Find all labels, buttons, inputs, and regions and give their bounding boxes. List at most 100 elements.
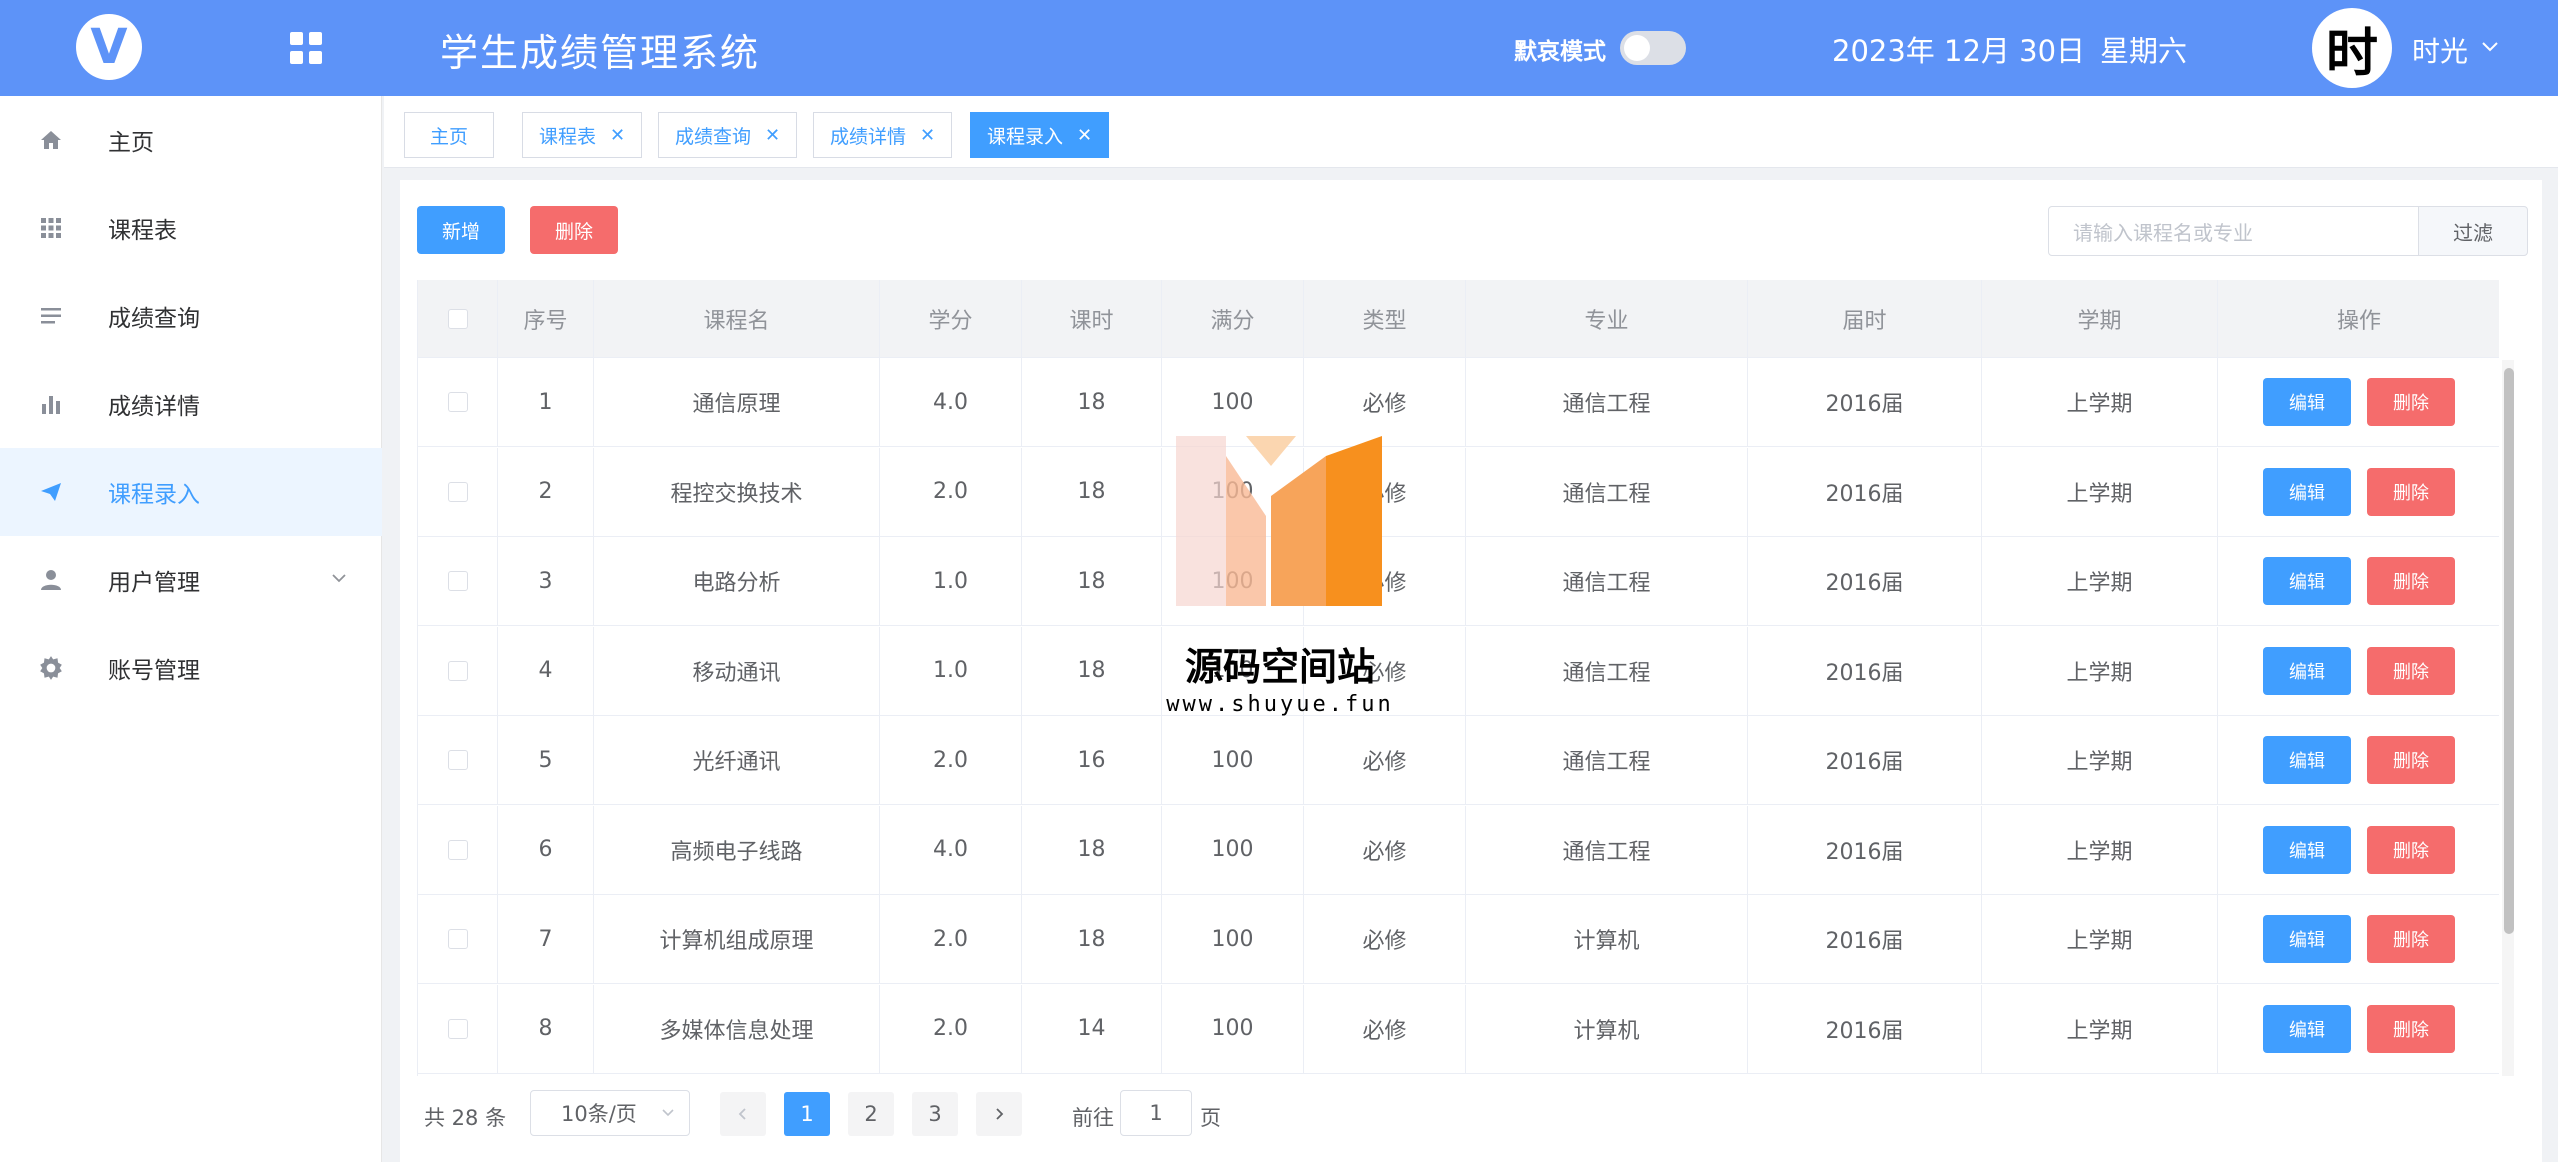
sidebar-item-label: 课程录入 (108, 482, 200, 508)
table-cell: 移动通讯 (594, 626, 880, 715)
tab-label: 成绩查询 (675, 125, 752, 148)
edit-button[interactable]: 编辑 (2263, 557, 2351, 605)
next-page-button[interactable] (976, 1092, 1022, 1136)
batch-delete-button[interactable]: 删除 (530, 206, 618, 254)
header-cell: 类型 (1304, 280, 1466, 357)
table-cell: 1 (498, 358, 594, 446)
table-cell: 100 (1162, 895, 1304, 983)
table-scrollbar[interactable] (2504, 368, 2514, 934)
close-icon[interactable]: ✕ (610, 125, 625, 146)
table-cell: 100 (1162, 716, 1304, 804)
table-cell: 上学期 (1982, 984, 2218, 1073)
row-checkbox[interactable] (447, 392, 468, 412)
filter-button[interactable]: 过滤 (2418, 206, 2528, 256)
watermark-url: www.shuyue.fun (1166, 692, 1394, 717)
sidebar-item-label: 成绩详情 (108, 394, 200, 420)
table-cell: 必修 (1304, 895, 1466, 983)
table-row: 1 通信原理 4.0 18 100 必修 通信工程 2016届 上学期 编辑 删除 (418, 358, 2499, 447)
edit-button[interactable]: 编辑 (2263, 825, 2351, 874)
chevron-down-icon[interactable] (330, 568, 348, 592)
delete-button[interactable]: 删除 (2367, 467, 2455, 516)
delete-button[interactable]: 删除 (2367, 736, 2455, 784)
edit-button[interactable]: 编辑 (2263, 1004, 2351, 1053)
table-cell: 计算机 (1466, 984, 1748, 1073)
table-cell: 1.0 (880, 537, 1022, 625)
table-cell: 4.0 (880, 805, 1022, 894)
delete-button[interactable]: 删除 (2367, 1004, 2455, 1053)
delete-button[interactable]: 删除 (2367, 825, 2455, 874)
sidebar-item-schedule[interactable]: 课程表 (0, 184, 382, 272)
table-cell: 2016届 (1748, 537, 1982, 625)
sidebar-item-label: 课程表 (108, 218, 177, 244)
sidebar-item-account-management[interactable]: 账号管理 (0, 624, 382, 712)
page-button-3[interactable]: 3 (912, 1092, 958, 1136)
delete-button[interactable]: 删除 (2367, 378, 2455, 426)
table-cell: 2.0 (880, 895, 1022, 983)
row-checkbox[interactable] (447, 571, 468, 591)
row-checkbox[interactable] (447, 1018, 468, 1039)
prev-page-button[interactable] (720, 1092, 766, 1136)
sidebar-item-score-detail[interactable]: 成绩详情 (0, 360, 382, 448)
tab-home[interactable]: 主页 (404, 112, 494, 158)
grid-icon (38, 215, 64, 241)
table-cell: 2016届 (1748, 447, 1982, 536)
row-checkbox[interactable] (447, 660, 468, 681)
logo-mark: V (90, 19, 128, 75)
sidebar-item-user-management[interactable]: 用户管理 (0, 536, 382, 624)
search-input[interactable]: 请输入课程名或专业 (2048, 206, 2420, 256)
select-all-checkbox[interactable] (447, 308, 468, 329)
table-cell: 7 (498, 895, 594, 983)
table-cell: 3 (498, 537, 594, 625)
avatar[interactable]: 时 (2312, 8, 2392, 88)
page-button-1[interactable]: 1 (784, 1092, 830, 1136)
pagination: 共 28 条 10条/页 1 2 3 前往 1 页 (400, 1080, 2542, 1150)
table-cell: 上学期 (1982, 716, 2218, 804)
sidebar-item-course-entry[interactable]: 课程录入 (0, 448, 382, 536)
goto-page-input[interactable]: 1 (1120, 1090, 1192, 1136)
table-cell: 100 (1162, 805, 1304, 894)
table-cell: 通信工程 (1466, 626, 1748, 715)
row-checkbox[interactable] (447, 481, 468, 502)
edit-button[interactable]: 编辑 (2263, 736, 2351, 784)
row-checkbox[interactable] (447, 750, 468, 770)
table-cell: 18 (1022, 895, 1162, 983)
close-icon[interactable]: ✕ (1077, 125, 1092, 146)
top-header: V 学生成绩管理系统 默哀模式 2023年 12月 30日 星期六 时 时光 (0, 0, 2558, 96)
row-actions: 编辑 删除 (2218, 358, 2499, 446)
page-button-2[interactable]: 2 (848, 1092, 894, 1136)
table-cell: 16 (1022, 716, 1162, 804)
edit-button[interactable]: 编辑 (2263, 378, 2351, 426)
user-icon (38, 567, 64, 593)
current-weekday: 星期六 (2100, 34, 2188, 68)
menu-toggle-icon[interactable] (290, 32, 322, 64)
table-cell: 通信工程 (1466, 447, 1748, 536)
delete-button[interactable]: 删除 (2367, 915, 2455, 963)
tab-score-query[interactable]: 成绩查询 ✕ (658, 112, 798, 158)
add-button[interactable]: 新增 (417, 206, 505, 254)
table-cell: 100 (1162, 984, 1304, 1073)
tab-score-detail[interactable]: 成绩详情 ✕ (813, 112, 953, 158)
tab-schedule[interactable]: 课程表 ✕ (522, 112, 643, 158)
row-checkbox[interactable] (447, 839, 468, 860)
close-icon[interactable]: ✕ (920, 125, 935, 146)
table-row: 8 多媒体信息处理 2.0 14 100 必修 计算机 2016届 上学期 编辑 删除 (418, 984, 2499, 1074)
table-cell: 2016届 (1748, 716, 1982, 804)
table-cell: 18 (1022, 626, 1162, 715)
sidebar-item-home[interactable]: 主页 (0, 96, 382, 184)
edit-button[interactable]: 编辑 (2263, 467, 2351, 516)
table-cell: 18 (1022, 358, 1162, 446)
delete-button[interactable]: 删除 (2367, 646, 2455, 695)
table-cell: 18 (1022, 805, 1162, 894)
delete-button[interactable]: 删除 (2367, 557, 2455, 605)
tab-course-entry[interactable]: 课程录入 ✕ (970, 112, 1110, 158)
dark-mode-toggle[interactable] (1620, 31, 1686, 65)
page-size-select[interactable]: 10条/页 (530, 1090, 690, 1136)
edit-button[interactable]: 编辑 (2263, 646, 2351, 695)
username[interactable]: 时光 (2412, 30, 2468, 70)
chevron-down-icon[interactable] (2480, 36, 2500, 62)
table-cell: 上学期 (1982, 895, 2218, 983)
close-icon[interactable]: ✕ (765, 125, 780, 146)
row-checkbox[interactable] (447, 929, 468, 949)
sidebar-item-score-query[interactable]: 成绩查询 (0, 272, 382, 360)
edit-button[interactable]: 编辑 (2263, 915, 2351, 963)
